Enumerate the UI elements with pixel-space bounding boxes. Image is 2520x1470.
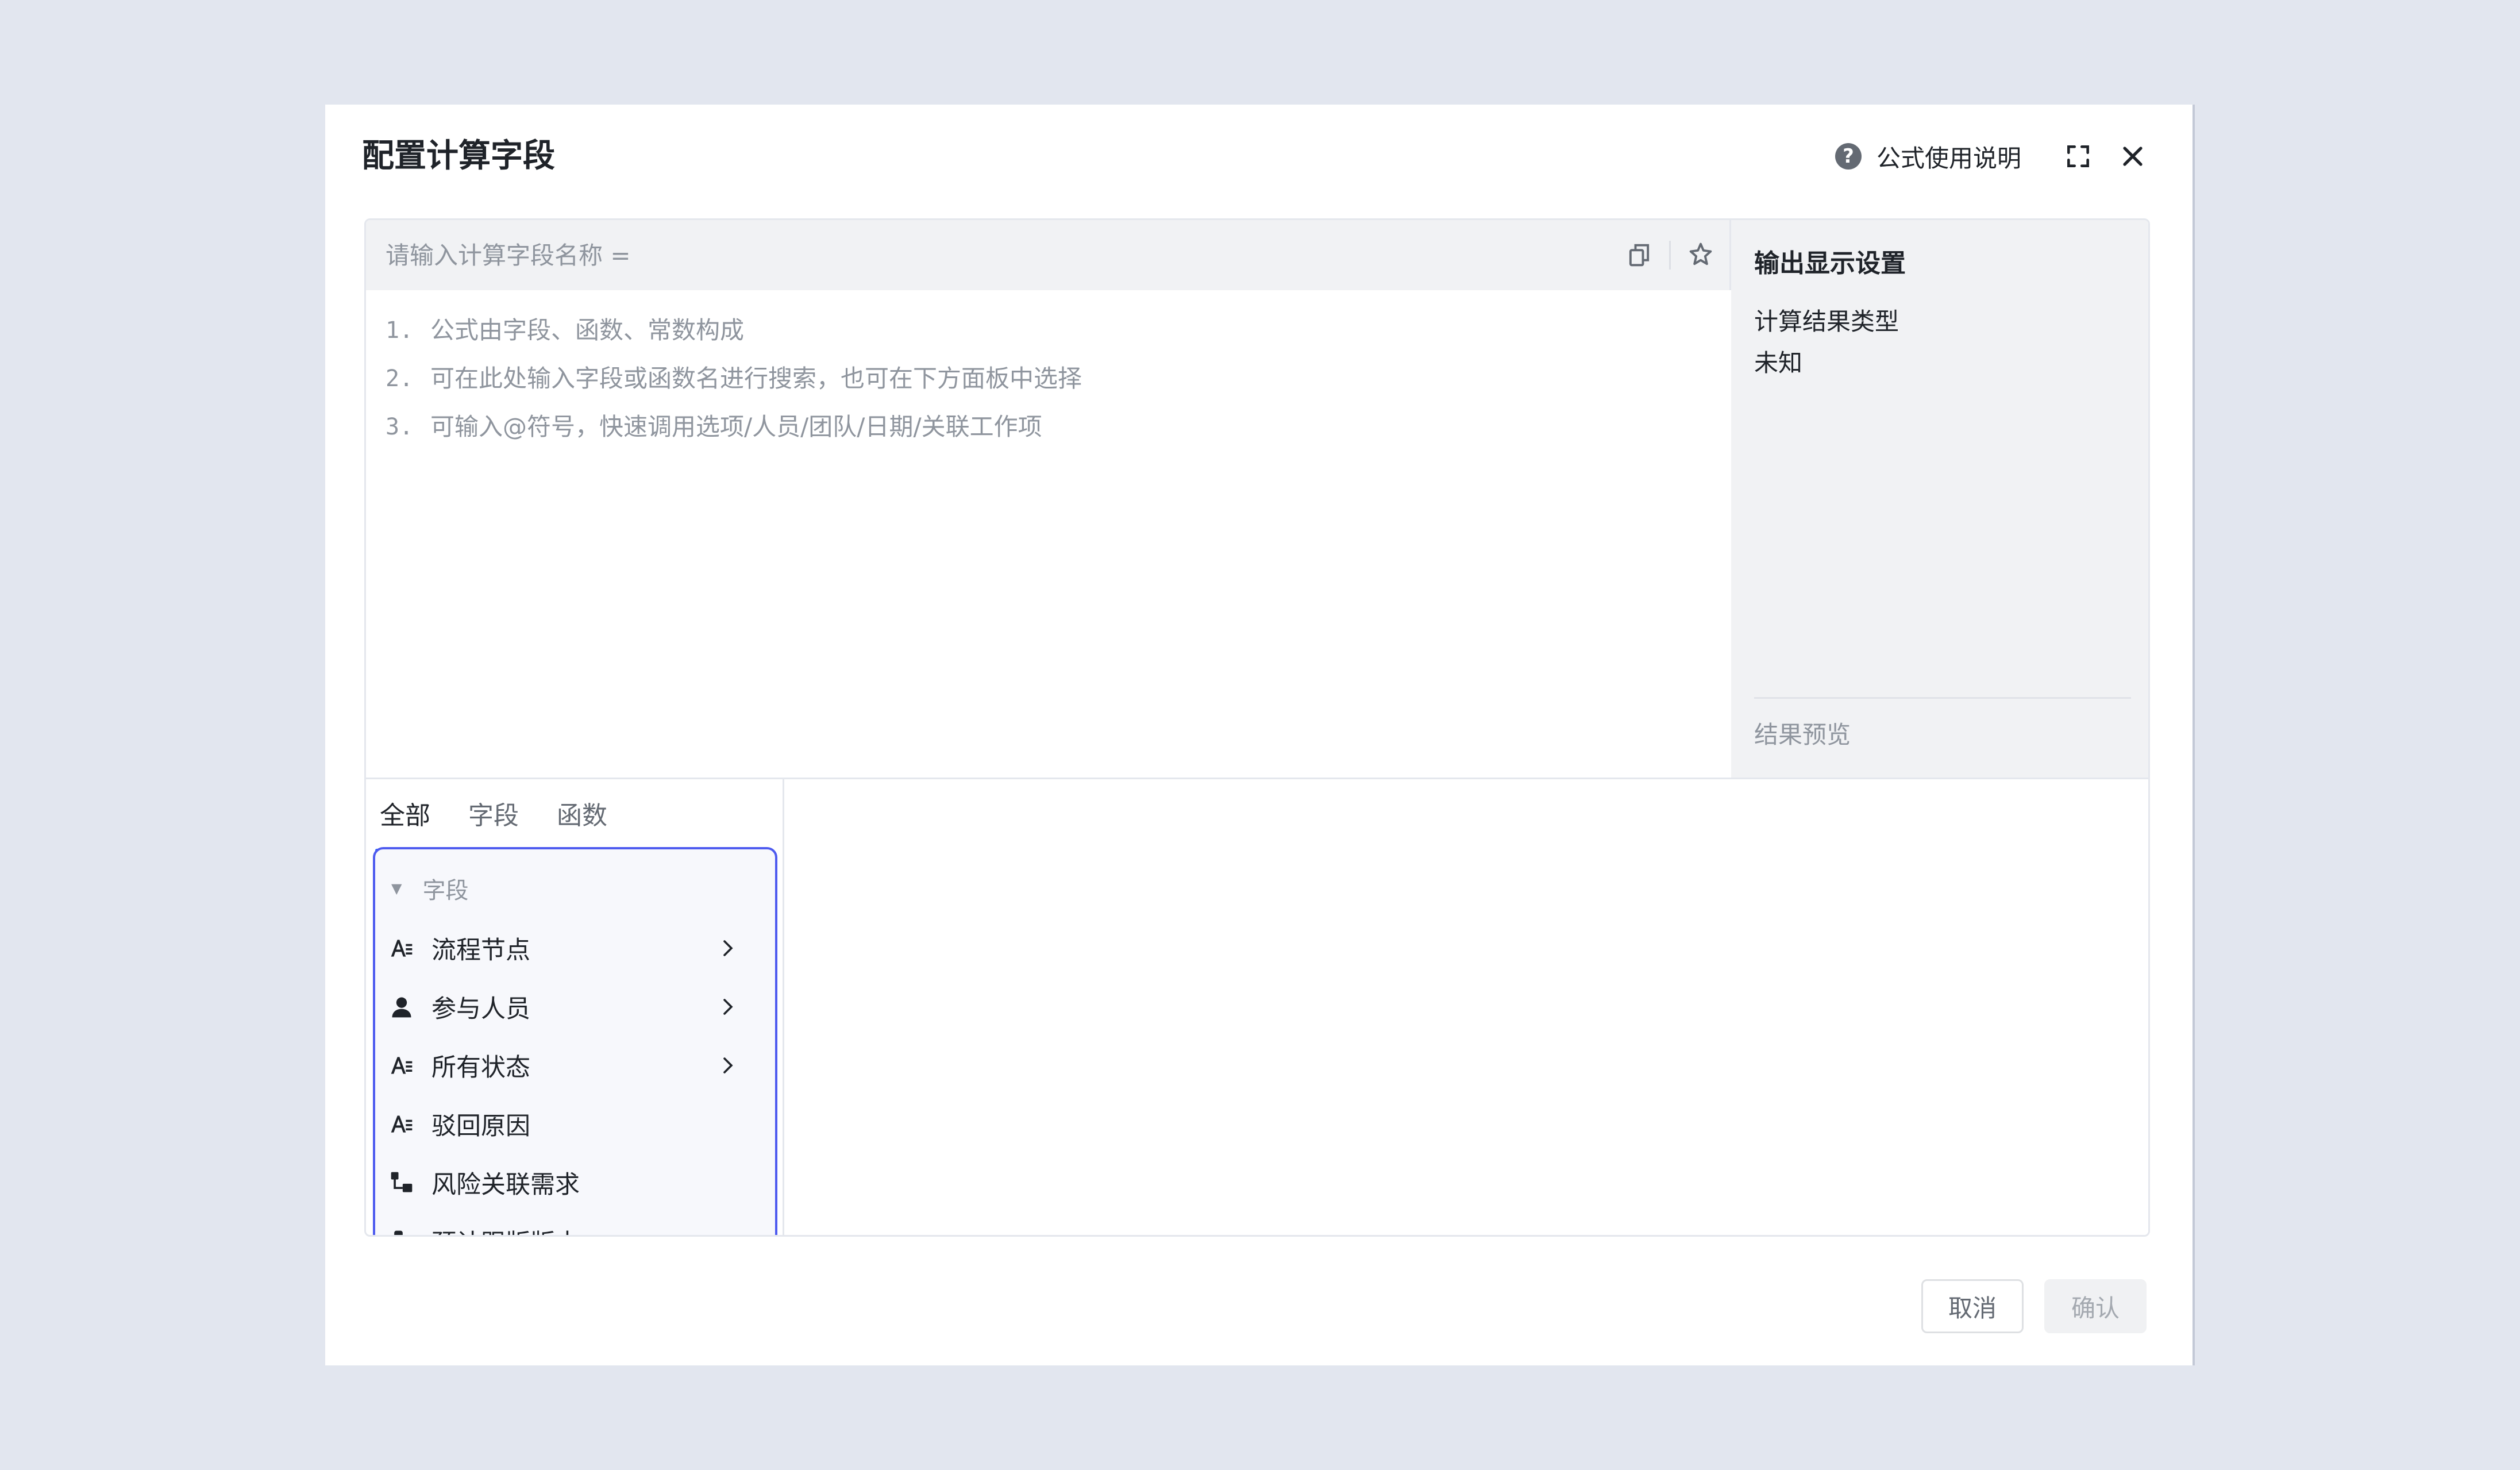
result-type-value: 未知 — [1754, 349, 1803, 377]
result-preview-label: 结果预览 — [1754, 721, 1851, 749]
cancel-button[interactable]: 取消 — [1921, 1279, 2024, 1333]
chevron-right-icon — [723, 999, 733, 1015]
formula-area: 1. 公式由字段、函数、常数构成 2. 可在此处输入字段或函数名进行搜索，也可在… — [366, 220, 1731, 778]
hint-text: 公式由字段、函数、常数构成 — [430, 316, 745, 344]
field-item-label: 参与人员 — [431, 995, 530, 1023]
formula-editor-box: 1. 公式由字段、函数、常数构成 2. 可在此处输入字段或函数名进行搜索，也可在… — [364, 218, 2150, 1237]
name-bar-icons — [1624, 220, 1716, 290]
hint-number: 2. — [386, 365, 414, 392]
copy-icon[interactable] — [1624, 240, 1654, 270]
pin-icon — [394, 1230, 403, 1235]
question-circle-icon: ? — [1835, 143, 1862, 170]
tab-all[interactable]: 全部 — [375, 788, 435, 852]
text-field-icon — [391, 1115, 413, 1133]
list-item[interactable]: 所有状态 — [375, 1038, 775, 1093]
output-divider — [1754, 697, 2131, 699]
selector-tabs: 全部 字段 函数 — [375, 788, 645, 852]
caret-down-icon: ▼ — [391, 880, 402, 896]
field-item-label: 流程节点 — [431, 936, 530, 965]
help-link-label: 公式使用说明 — [1876, 144, 2021, 172]
text-field-icon — [391, 1057, 413, 1074]
header-actions: ? 公式使用说明 — [1835, 133, 2147, 179]
chevron-right-icon — [723, 940, 733, 956]
field-list[interactable]: ▼ 字段 流程节点 参与人员 所有状态 驳回原因 风险关联需求 — [373, 847, 777, 1235]
field-item-label: 驳回原因 — [431, 1112, 530, 1141]
output-display-settings: 输出显示设置 计算结果类型 未知 结果预览 — [1731, 220, 2148, 778]
hint-row: 1. 公式由字段、函数、常数构成 — [386, 306, 1082, 355]
field-item-label: 风险关联需求 — [431, 1171, 580, 1199]
formula-help-link[interactable]: ? 公式使用说明 — [1835, 139, 2021, 174]
expand-icon[interactable] — [2064, 142, 2093, 171]
field-item-label: 预计跟版版本 — [431, 1223, 580, 1235]
icon-separator — [1669, 241, 1671, 270]
list-item[interactable]: 预计跟版版本 — [375, 1214, 775, 1235]
dialog-footer: 取消 确认 — [1921, 1279, 2147, 1333]
configure-calculated-field-dialog: 配置计算字段 ? 公式使用说明 请输入计算字段名称 = 1. 公式由字段、函数、… — [325, 105, 2195, 1365]
close-icon[interactable] — [2119, 143, 2147, 170]
hint-number: 1. — [386, 317, 414, 344]
chevron-right-icon — [723, 1057, 733, 1073]
dialog-title: 配置计算字段 — [362, 137, 555, 175]
hint-row: 2. 可在此处输入字段或函数名进行搜索，也可在下方面板中选择 — [386, 355, 1082, 403]
hint-row: 3. 可输入@符号，快速调用选项/人员/团队/日期/关联工作项 — [386, 403, 1082, 451]
person-icon — [392, 997, 411, 1018]
item-detail-panel — [786, 779, 2148, 1235]
list-item[interactable]: 流程节点 — [375, 921, 775, 976]
text-field-icon — [391, 940, 413, 957]
hint-number: 3. — [386, 414, 414, 440]
hint-text: 可输入@符号，快速调用选项/人员/团队/日期/关联工作项 — [430, 413, 1042, 441]
field-name-input[interactable] — [386, 220, 1420, 290]
field-item-label: 所有状态 — [431, 1053, 530, 1082]
confirm-button[interactable]: 确认 — [2044, 1279, 2147, 1333]
selector-panel: 全部 字段 函数 ▼ 字段 流程节点 参与人员 所有状态 驳回原因 风险关联需求 — [366, 779, 784, 1235]
list-item[interactable]: 风险关联需求 — [375, 1155, 775, 1210]
field-group-label: 字段 — [422, 878, 469, 904]
hint-text: 可在此处输入字段或函数名进行搜索，也可在下方面板中选择 — [430, 364, 1082, 392]
sparkle-icon[interactable] — [1686, 240, 1716, 270]
tab-fields[interactable]: 字段 — [468, 788, 519, 852]
field-group-header[interactable]: ▼ 字段 — [391, 869, 468, 908]
field-name-bar — [366, 220, 1731, 290]
result-type-label: 计算结果类型 — [1754, 307, 1899, 336]
tab-functions[interactable]: 函数 — [557, 788, 607, 852]
formula-hints: 1. 公式由字段、函数、常数构成 2. 可在此处输入字段或函数名进行搜索，也可在… — [386, 306, 1082, 451]
output-settings-title: 输出显示设置 — [1754, 249, 1906, 278]
link-item-icon — [391, 1172, 413, 1192]
list-item[interactable]: 参与人员 — [375, 979, 775, 1034]
list-item[interactable]: 驳回原因 — [375, 1096, 775, 1152]
